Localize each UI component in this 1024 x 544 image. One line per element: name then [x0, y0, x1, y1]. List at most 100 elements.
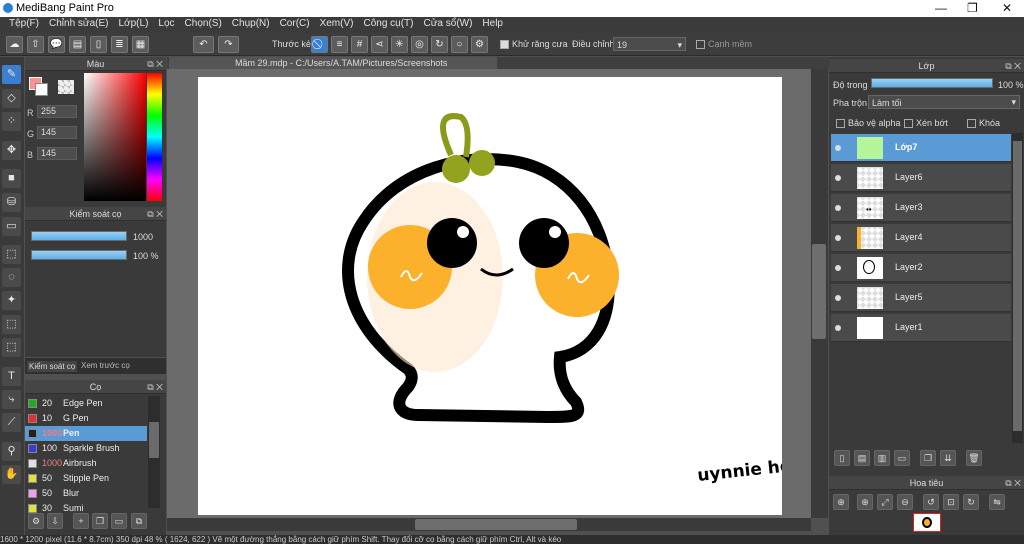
menu-edit[interactable]: Chỉnh sửa(E)	[44, 17, 114, 33]
delete-layer-icon[interactable]: 🗑	[966, 450, 982, 466]
radial-ruler-icon[interactable]: ✳	[391, 36, 408, 53]
circle-ruler-icon[interactable]: ○	[451, 36, 468, 53]
visibility-eye-icon[interactable]	[835, 235, 841, 241]
menu-color[interactable]: Cor(C)	[275, 17, 315, 33]
concentric-ruler-icon[interactable]: ◎	[411, 36, 428, 53]
layer-list-scrollbar[interactable]	[1012, 133, 1023, 443]
blend-mode-select[interactable]: Làm tối ▾	[868, 95, 1020, 109]
document-tab[interactable]: Mầm 29.mdp - C:/Users/A.TAM/Pictures/Scr…	[169, 57, 497, 69]
parallel-ruler-icon[interactable]: ≡	[331, 36, 348, 53]
new-mono-layer-icon[interactable]: ▥	[874, 450, 890, 466]
select-eraser-icon[interactable]: ⬚	[2, 338, 21, 357]
visibility-eye-icon[interactable]	[835, 295, 841, 301]
panel-close-icon[interactable]: ⧉ ✕	[147, 57, 163, 71]
undo-icon[interactable]: ↶	[193, 36, 214, 53]
brush-list-scrollbar[interactable]	[148, 396, 160, 508]
clipping-toggle[interactable]: Xén bớt	[904, 118, 948, 129]
divide-tool-icon[interactable]: ⟋	[2, 413, 21, 432]
brush-list-item[interactable]: 50 Stipple Pen	[25, 471, 147, 486]
brush-delete-icon[interactable]: ⧉	[131, 513, 147, 529]
visibility-eye-icon[interactable]	[835, 175, 841, 181]
close-button[interactable]: ✕	[1002, 1, 1012, 15]
navigator-preview[interactable]	[913, 513, 941, 532]
hand-tool-icon[interactable]: ✋	[2, 465, 21, 484]
g-value-field[interactable]: 145	[37, 126, 77, 139]
comment-icon[interactable]: 💬	[48, 36, 65, 53]
zoom-plus-icon[interactable]: ⊕	[857, 494, 873, 510]
protect-alpha-toggle[interactable]: Bảo vệ alpha	[836, 118, 901, 129]
antialias-toggle[interactable]: Khử răng cưa	[500, 39, 568, 50]
cross-ruler-icon[interactable]: #	[351, 36, 368, 53]
brush-copy-icon[interactable]: ❐	[92, 513, 108, 529]
transparent-color-swatch[interactable]	[58, 80, 74, 94]
layer-opacity-slider[interactable]	[871, 78, 993, 88]
brush-add-icon[interactable]: +	[73, 513, 89, 529]
new-halftone-layer-icon[interactable]: ▤	[854, 450, 870, 466]
rotate-right-icon[interactable]: ↻	[963, 494, 979, 510]
gear-icon[interactable]: ⚙	[471, 36, 488, 53]
curve-ruler-icon[interactable]: ↻	[431, 36, 448, 53]
list-icon[interactable]: ≣	[111, 36, 128, 53]
panel-close-icon[interactable]: ⧉ ✕	[147, 207, 163, 221]
maximize-button[interactable]: ❐	[967, 1, 978, 15]
redo-icon[interactable]: ↷	[218, 36, 239, 53]
reset-view-icon[interactable]: ⊡	[943, 494, 959, 510]
brush-opacity-slider[interactable]	[31, 250, 127, 260]
visibility-eye-icon[interactable]	[835, 145, 841, 151]
fill-tool-icon[interactable]: ⛁	[2, 193, 21, 212]
zoom-out-icon[interactable]: ⊖	[897, 494, 913, 510]
tab-brush-preview[interactable]: Xem trước cọ	[81, 361, 130, 370]
select-rect-icon[interactable]: ⬚	[2, 245, 21, 264]
visibility-eye-icon[interactable]	[835, 205, 841, 211]
brush-list-item[interactable]: 20 Edge Pen	[25, 396, 147, 411]
canvas-vertical-scrollbar[interactable]	[811, 69, 828, 518]
minimize-button[interactable]: —	[935, 1, 947, 15]
menu-capture[interactable]: Chụp(N)	[227, 17, 275, 33]
sharp-edge-toggle[interactable]: Cạnh mềm	[696, 39, 752, 50]
canvas-horizontal-scrollbar[interactable]	[167, 518, 811, 531]
text-tool-icon[interactable]: T	[2, 367, 21, 386]
brush-download-icon[interactable]: ⇩	[47, 513, 63, 529]
brush-size-slider[interactable]	[31, 231, 127, 241]
brush-list-item[interactable]: 1000 Pen	[25, 426, 147, 441]
brush-list-item[interactable]: 10 G Pen	[25, 411, 147, 426]
lasso-tool-icon[interactable]: ◌	[2, 268, 21, 287]
layer-row[interactable]: Lớp7	[831, 134, 1011, 162]
menu-file[interactable]: Tệp(F)	[4, 17, 44, 33]
no-ruler-icon[interactable]: ⃠	[311, 36, 328, 53]
sharp-edge-checkbox[interactable]	[696, 40, 705, 50]
panel-close-icon[interactable]: ⧉ ✕	[147, 380, 163, 394]
duplicate-layer-icon[interactable]: ❐	[920, 450, 936, 466]
move-tool-icon[interactable]: ✥	[2, 141, 21, 160]
rotate-left-icon[interactable]: ↺	[923, 494, 939, 510]
layer-row[interactable]: Layer5	[831, 284, 1011, 312]
zoom-in-icon[interactable]: ⊕	[833, 494, 849, 510]
cloud-icon[interactable]: ☁	[6, 36, 23, 53]
brush-list-item[interactable]: 100 Sparkle Brush	[25, 441, 147, 456]
menu-layer[interactable]: Lớp(L)	[114, 17, 154, 33]
perspective-ruler-icon[interactable]: ⋖	[371, 36, 388, 53]
drawing-canvas[interactable]: uynnie hd247	[198, 77, 828, 515]
layer-row[interactable]: Layer1	[831, 314, 1011, 342]
brush-list-item[interactable]: 1000 Airbrush	[25, 456, 147, 471]
menu-filter[interactable]: Lọc	[153, 17, 179, 33]
upload-icon[interactable]: ⇧	[27, 36, 44, 53]
menu-select[interactable]: Chọn(S)	[180, 17, 227, 33]
brush-folder-icon[interactable]: ▭	[111, 513, 127, 529]
brush-settings-icon[interactable]: ⚙	[28, 513, 44, 529]
eraser-tool-icon[interactable]: ◇	[2, 89, 21, 108]
gradient-tool-icon[interactable]: ▭	[2, 217, 21, 236]
lock-toggle[interactable]: Khóa	[967, 118, 1000, 129]
layer-row[interactable]: Layer6	[831, 164, 1011, 192]
visibility-eye-icon[interactable]	[835, 325, 841, 331]
operation-tool-icon[interactable]: ⤷	[2, 390, 21, 409]
menu-view[interactable]: Xem(V)	[315, 17, 359, 33]
menu-window[interactable]: Cửa sổ(W)	[419, 17, 478, 33]
hue-slider[interactable]	[147, 73, 162, 201]
antialias-checkbox[interactable]	[500, 40, 509, 50]
tab-brush-control[interactable]: Kiểm soát cọ	[27, 361, 78, 372]
saturation-value-picker[interactable]	[84, 73, 146, 201]
brush-list-item[interactable]: 50 Blur	[25, 486, 147, 501]
new-layer-icon[interactable]: ▯	[834, 450, 850, 466]
select-pen-icon[interactable]: ⬚	[2, 315, 21, 334]
